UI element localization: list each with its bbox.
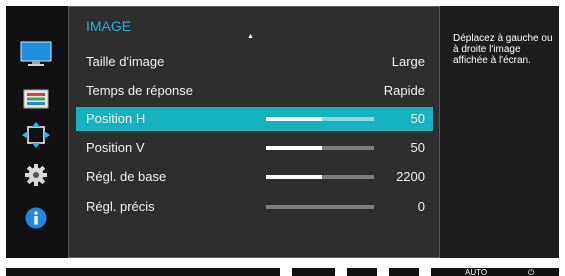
menu-item-value: 50: [410, 111, 425, 126]
monitor-icon[interactable]: [20, 40, 52, 68]
color-bars-icon[interactable]: [20, 85, 52, 113]
menu-item-value: 50: [410, 140, 425, 155]
right-arrow-button[interactable]: [419, 268, 431, 276]
menu-item-position-v[interactable]: Position V 50: [76, 136, 433, 160]
menu-item-value: Large: [391, 54, 425, 69]
info-icon[interactable]: [20, 204, 52, 232]
menu-item-label: Régl. précis: [86, 199, 155, 214]
category-sidebar: [6, 6, 68, 258]
menu-item-regl-precis[interactable]: Régl. précis 0: [76, 195, 433, 219]
gear-icon[interactable]: [20, 161, 52, 189]
bottom-button-bar: AUTO ⏻: [6, 268, 559, 276]
menu-item-label: Temps de réponse: [86, 83, 193, 98]
slider-track[interactable]: [266, 146, 374, 150]
menu-item-label: Taille d'image: [86, 54, 165, 69]
slider-fill: [266, 175, 323, 179]
menu-item-value: Rapide: [383, 83, 425, 98]
help-text: Déplacez à gauche ou à droite l'image af…: [453, 33, 553, 66]
down-button[interactable]: [335, 268, 347, 276]
slider-track[interactable]: [266, 205, 374, 209]
auto-button[interactable]: AUTO: [465, 268, 487, 276]
menu-item-position-h[interactable]: Position H 50: [76, 107, 433, 131]
slider-track[interactable]: [266, 117, 374, 121]
menu-item-temps-reponse[interactable]: Temps de réponse Rapide: [76, 79, 433, 103]
menu-item-label: Position H: [86, 111, 146, 126]
menu-item-label: Régl. de base: [86, 169, 167, 184]
left-arrow-button[interactable]: [280, 268, 292, 276]
up-button[interactable]: [377, 268, 389, 276]
scroll-up-icon[interactable]: ▲: [247, 33, 254, 40]
osd-menu: IMAGE ▲ Taille d'image Large Temps de ré…: [6, 6, 559, 258]
slider-fill: [266, 117, 323, 121]
menu-item-value: 0: [417, 199, 425, 214]
resize-arrows-icon[interactable]: [20, 121, 52, 149]
help-panel: Déplacez à gauche ou à droite l'image af…: [440, 6, 559, 258]
power-icon[interactable]: ⏻: [528, 268, 534, 276]
menu-item-label: Position V: [86, 140, 145, 155]
menu-title: IMAGE: [86, 18, 132, 34]
menu-panel: IMAGE ▲ Taille d'image Large Temps de ré…: [68, 6, 440, 258]
slider-fill: [266, 146, 323, 150]
menu-item-regl-base[interactable]: Régl. de base 2200: [76, 165, 433, 189]
menu-item-value: 2200: [396, 169, 425, 184]
slider-track[interactable]: [266, 175, 374, 179]
menu-item-taille-image[interactable]: Taille d'image Large: [76, 50, 433, 74]
